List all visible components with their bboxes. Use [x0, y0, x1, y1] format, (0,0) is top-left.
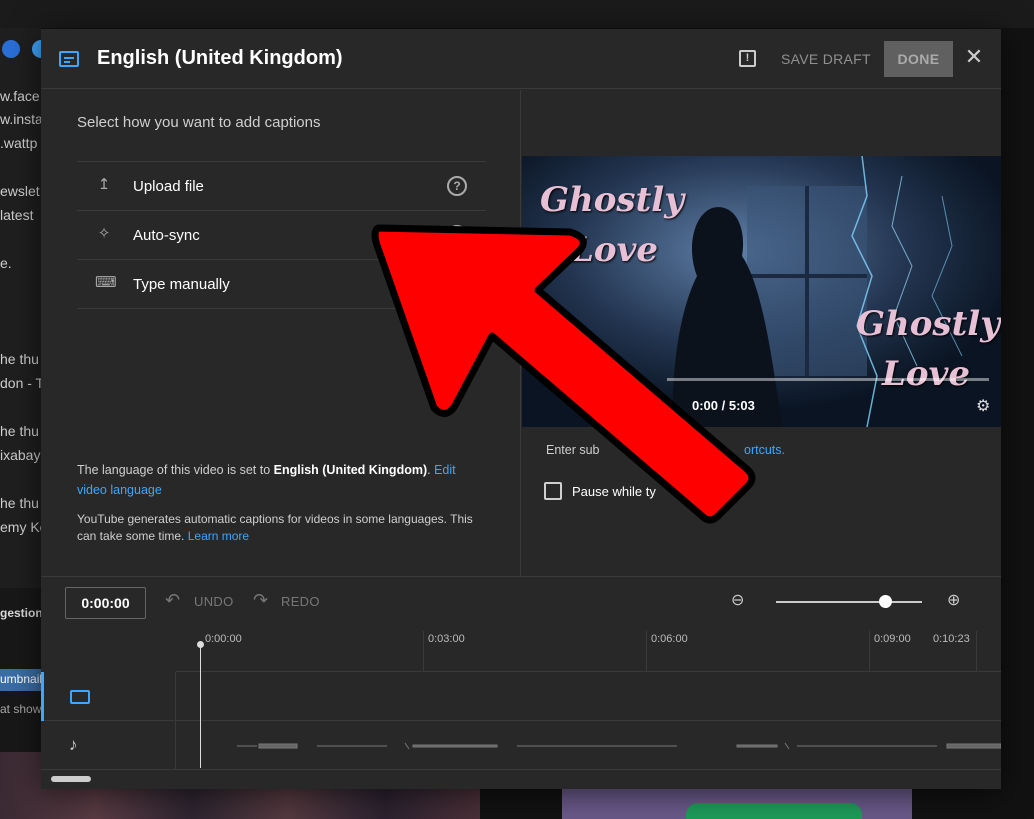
- shortcuts-link[interactable]: ortcuts.: [744, 443, 785, 457]
- background-text: he thu: [0, 351, 39, 367]
- video-title-text: Love: [882, 354, 970, 394]
- captions-icon: [59, 51, 79, 67]
- ruler-tick: 0:06:00: [651, 633, 688, 645]
- dialog-header: English (United Kingdom) ! SAVE DRAFT DO…: [41, 29, 1001, 89]
- background-text: don - Th: [0, 375, 41, 391]
- save-draft-button[interactable]: SAVE DRAFT: [781, 51, 871, 67]
- option-label: Auto-sync: [133, 227, 200, 244]
- close-icon[interactable]: ✕: [962, 45, 986, 69]
- ruler-tick: 0:03:00: [428, 633, 465, 645]
- video-title-text: Ghostly: [540, 180, 684, 220]
- caption-track[interactable]: [41, 672, 1001, 721]
- ruler-line: [423, 631, 424, 671]
- background-text: .wattp: [0, 135, 38, 151]
- background-icon: [2, 40, 20, 58]
- background-text: he thu: [0, 423, 39, 439]
- auto-captions-note: YouTube generates automatic captions for…: [77, 511, 492, 545]
- background-button: [686, 803, 862, 819]
- language-note: The language of this video is set to Eng…: [77, 460, 482, 500]
- preview-pane: Ghostly Love Ghostly Love 0:00 / 5:03 ⚙ …: [522, 90, 1001, 576]
- language-note-prefix: The language of this video is set to: [77, 463, 274, 477]
- background-text: latest: [0, 207, 34, 223]
- background-text: emy Ko: [0, 519, 41, 535]
- background-top-bar: [0, 0, 1034, 28]
- caption-method-pane: Select how you want to add captions ↥ Up…: [41, 90, 521, 576]
- current-time-field[interactable]: 0:00:00: [65, 587, 146, 619]
- divider: [77, 308, 486, 309]
- background-icon: [32, 40, 41, 58]
- upload-file-option[interactable]: ↥ Upload file ?: [77, 161, 486, 210]
- background-text: e.: [0, 255, 12, 271]
- timeline-panel: 0:00:00 ↶ UNDO ↷ REDO ⊖ ⊕ 0:00:00 0:03:0…: [41, 576, 1001, 789]
- ruler-tick: 0:09:00: [874, 633, 911, 645]
- background-thumbnail-desc: at show: [0, 702, 42, 716]
- ruler-line: [976, 631, 977, 671]
- background-suggestion: gestion: [0, 606, 43, 620]
- help-icon[interactable]: ?: [447, 176, 467, 196]
- audio-track-header: ♪: [41, 721, 176, 770]
- method-prompt: Select how you want to add captions: [77, 114, 321, 131]
- undo-button[interactable]: UNDO: [194, 594, 233, 609]
- undo-icon[interactable]: ↶: [165, 590, 180, 611]
- captions-dialog: English (United Kingdom) ! SAVE DRAFT DO…: [41, 29, 1001, 789]
- background-text: he thu: [0, 495, 39, 511]
- sparkle-icon: ✧: [97, 225, 111, 242]
- feedback-icon[interactable]: !: [739, 50, 756, 67]
- enter-subtitles-note: Enter sub: [546, 443, 600, 457]
- option-label: Type manually: [133, 276, 230, 293]
- background-thumbnail-tag: umbnail: [0, 669, 42, 691]
- upload-icon: ↥: [97, 176, 111, 193]
- language-value: English (United Kingdom): [273, 463, 428, 477]
- option-label: Upload file: [133, 178, 204, 195]
- pause-while-typing-label: Pause while ty: [572, 484, 656, 499]
- ruler-line: [646, 631, 647, 671]
- pause-while-typing-checkbox[interactable]: [544, 482, 562, 500]
- video-progress-bar[interactable]: [667, 378, 989, 381]
- type-manually-option[interactable]: ⌨ Type manually: [77, 259, 486, 308]
- music-note-icon: ♪: [69, 735, 78, 754]
- horizontal-scrollbar[interactable]: [51, 776, 91, 782]
- captions-icon: [70, 690, 90, 704]
- background-text: w.face: [0, 88, 40, 104]
- dialog-title: English (United Kingdom): [97, 47, 343, 69]
- timeline-ruler[interactable]: 0:00:00 0:03:00 0:06:00 0:09:00 0:10:23: [176, 627, 1001, 672]
- zoom-slider[interactable]: [776, 601, 922, 603]
- video-title-text: Love: [570, 230, 658, 270]
- background-text: w.insta: [0, 111, 41, 127]
- learn-more-link[interactable]: Learn more: [188, 529, 249, 543]
- video-player[interactable]: Ghostly Love Ghostly Love 0:00 / 5:03 ⚙: [522, 156, 1001, 427]
- background-description: w.face w.insta .wattp ewslet latest e. h…: [0, 28, 41, 588]
- zoom-slider-handle[interactable]: [879, 595, 892, 608]
- done-button[interactable]: DONE: [884, 41, 953, 77]
- video-time: 0:00 / 5:03: [692, 398, 755, 413]
- audio-waveform: [237, 742, 1001, 750]
- ruler-line: [869, 631, 870, 671]
- background-text: ewslet: [0, 183, 40, 199]
- zoom-out-icon[interactable]: ⊖: [731, 590, 751, 610]
- keyboard-icon: ⌨: [95, 274, 117, 291]
- redo-button[interactable]: REDO: [281, 594, 320, 609]
- help-icon[interactable]: ?: [447, 225, 467, 245]
- background-text: ixabay: [0, 447, 41, 463]
- zoom-in-icon[interactable]: ⊕: [947, 590, 967, 610]
- ruler-tick: 0:10:23: [933, 633, 970, 645]
- playhead[interactable]: [200, 644, 201, 768]
- caption-track-header: [41, 672, 176, 721]
- redo-icon[interactable]: ↷: [253, 590, 268, 611]
- auto-sync-option[interactable]: ✧ Auto-sync ?: [77, 210, 486, 259]
- ruler-tick: 0:00:00: [205, 633, 242, 645]
- gear-icon[interactable]: ⚙: [976, 396, 990, 416]
- video-title-text: Ghostly: [856, 304, 1000, 344]
- auto-captions-text: YouTube generates automatic captions for…: [77, 512, 473, 543]
